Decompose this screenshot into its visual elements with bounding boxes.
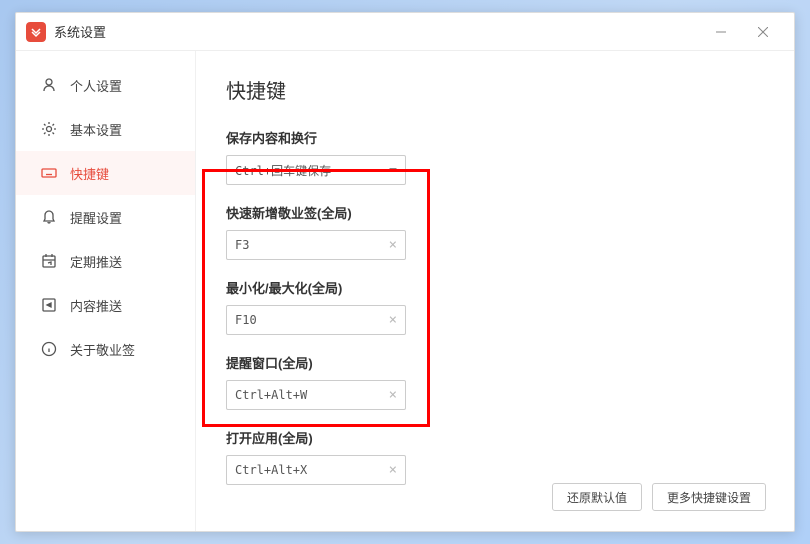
bell-icon [40,208,58,226]
shortcut-label: 打开应用(全局) [226,428,764,447]
content: 个人设置 基本设置 快捷键 提醒设置 [16,51,794,531]
page-title: 快捷键 [226,75,764,104]
save-content-label: 保存内容和换行 [226,128,764,147]
sidebar-item-label: 基本设置 [70,120,122,139]
push-icon [40,296,58,314]
info-icon [40,340,58,358]
shortcut-input-reminder-window[interactable]: Ctrl+Alt+W × [226,380,406,410]
window-title: 系统设置 [54,22,700,41]
shortcut-input-minmax[interactable]: F10 × [226,305,406,335]
shortcut-group-reminder-window: 提醒窗口(全局) Ctrl+Alt+W × [226,353,764,410]
clear-icon[interactable]: × [389,462,397,478]
save-content-value: Ctrl+回车键保存 [235,162,331,179]
sidebar-item-label: 内容推送 [70,296,122,315]
sidebar-item-content-push[interactable]: 内容推送 [16,283,195,327]
shortcut-value: F3 [235,238,249,252]
shortcut-group-minmax: 最小化/最大化(全局) F10 × [226,278,764,335]
schedule-icon [40,252,58,270]
window-controls [700,16,784,48]
sidebar: 个人设置 基本设置 快捷键 提醒设置 [16,51,196,531]
keyboard-icon [40,164,58,182]
shortcut-label: 快速新增敬业签(全局) [226,203,764,222]
shortcut-value: Ctrl+Alt+X [235,463,307,477]
gear-icon [40,120,58,138]
sidebar-item-label: 个人设置 [70,76,122,95]
app-icon [26,22,46,42]
shortcut-input-new-note[interactable]: F3 × [226,230,406,260]
restore-defaults-button[interactable]: 还原默认值 [552,483,642,511]
sidebar-item-about[interactable]: 关于敬业签 [16,327,195,371]
titlebar: 系统设置 [16,13,794,51]
clear-icon[interactable]: × [389,387,397,403]
sidebar-item-reminder[interactable]: 提醒设置 [16,195,195,239]
settings-window: 系统设置 个人设置 基本设置 [15,12,795,532]
sidebar-item-schedule[interactable]: 定期推送 [16,239,195,283]
shortcut-input-open-app[interactable]: Ctrl+Alt+X × [226,455,406,485]
sidebar-item-personal[interactable]: 个人设置 [16,63,195,107]
shortcut-group-new-note: 快速新增敬业签(全局) F3 × [226,203,764,260]
sidebar-item-label: 关于敬业签 [70,340,135,359]
sidebar-item-label: 快捷键 [70,164,109,183]
shortcut-label: 最小化/最大化(全局) [226,278,764,297]
user-icon [40,76,58,94]
minimize-button[interactable] [700,16,742,48]
clear-icon[interactable]: × [389,312,397,328]
shortcut-value: F10 [235,313,257,327]
save-content-group: 保存内容和换行 Ctrl+回车键保存 [226,128,764,185]
clear-icon[interactable]: × [389,237,397,253]
shortcut-group-open-app: 打开应用(全局) Ctrl+Alt+X × [226,428,764,485]
shortcut-label: 提醒窗口(全局) [226,353,764,372]
sidebar-item-label: 提醒设置 [70,208,122,227]
footer-buttons: 还原默认值 更多快捷键设置 [552,483,766,511]
sidebar-item-shortcuts[interactable]: 快捷键 [16,151,195,195]
shortcut-value: Ctrl+Alt+W [235,388,307,402]
save-content-select[interactable]: Ctrl+回车键保存 [226,155,406,185]
main-panel: 快捷键 保存内容和换行 Ctrl+回车键保存 快速新增敬业签(全局) F3 × … [196,51,794,531]
close-button[interactable] [742,16,784,48]
more-shortcuts-button[interactable]: 更多快捷键设置 [652,483,766,511]
sidebar-item-basic[interactable]: 基本设置 [16,107,195,151]
sidebar-item-label: 定期推送 [70,252,122,271]
